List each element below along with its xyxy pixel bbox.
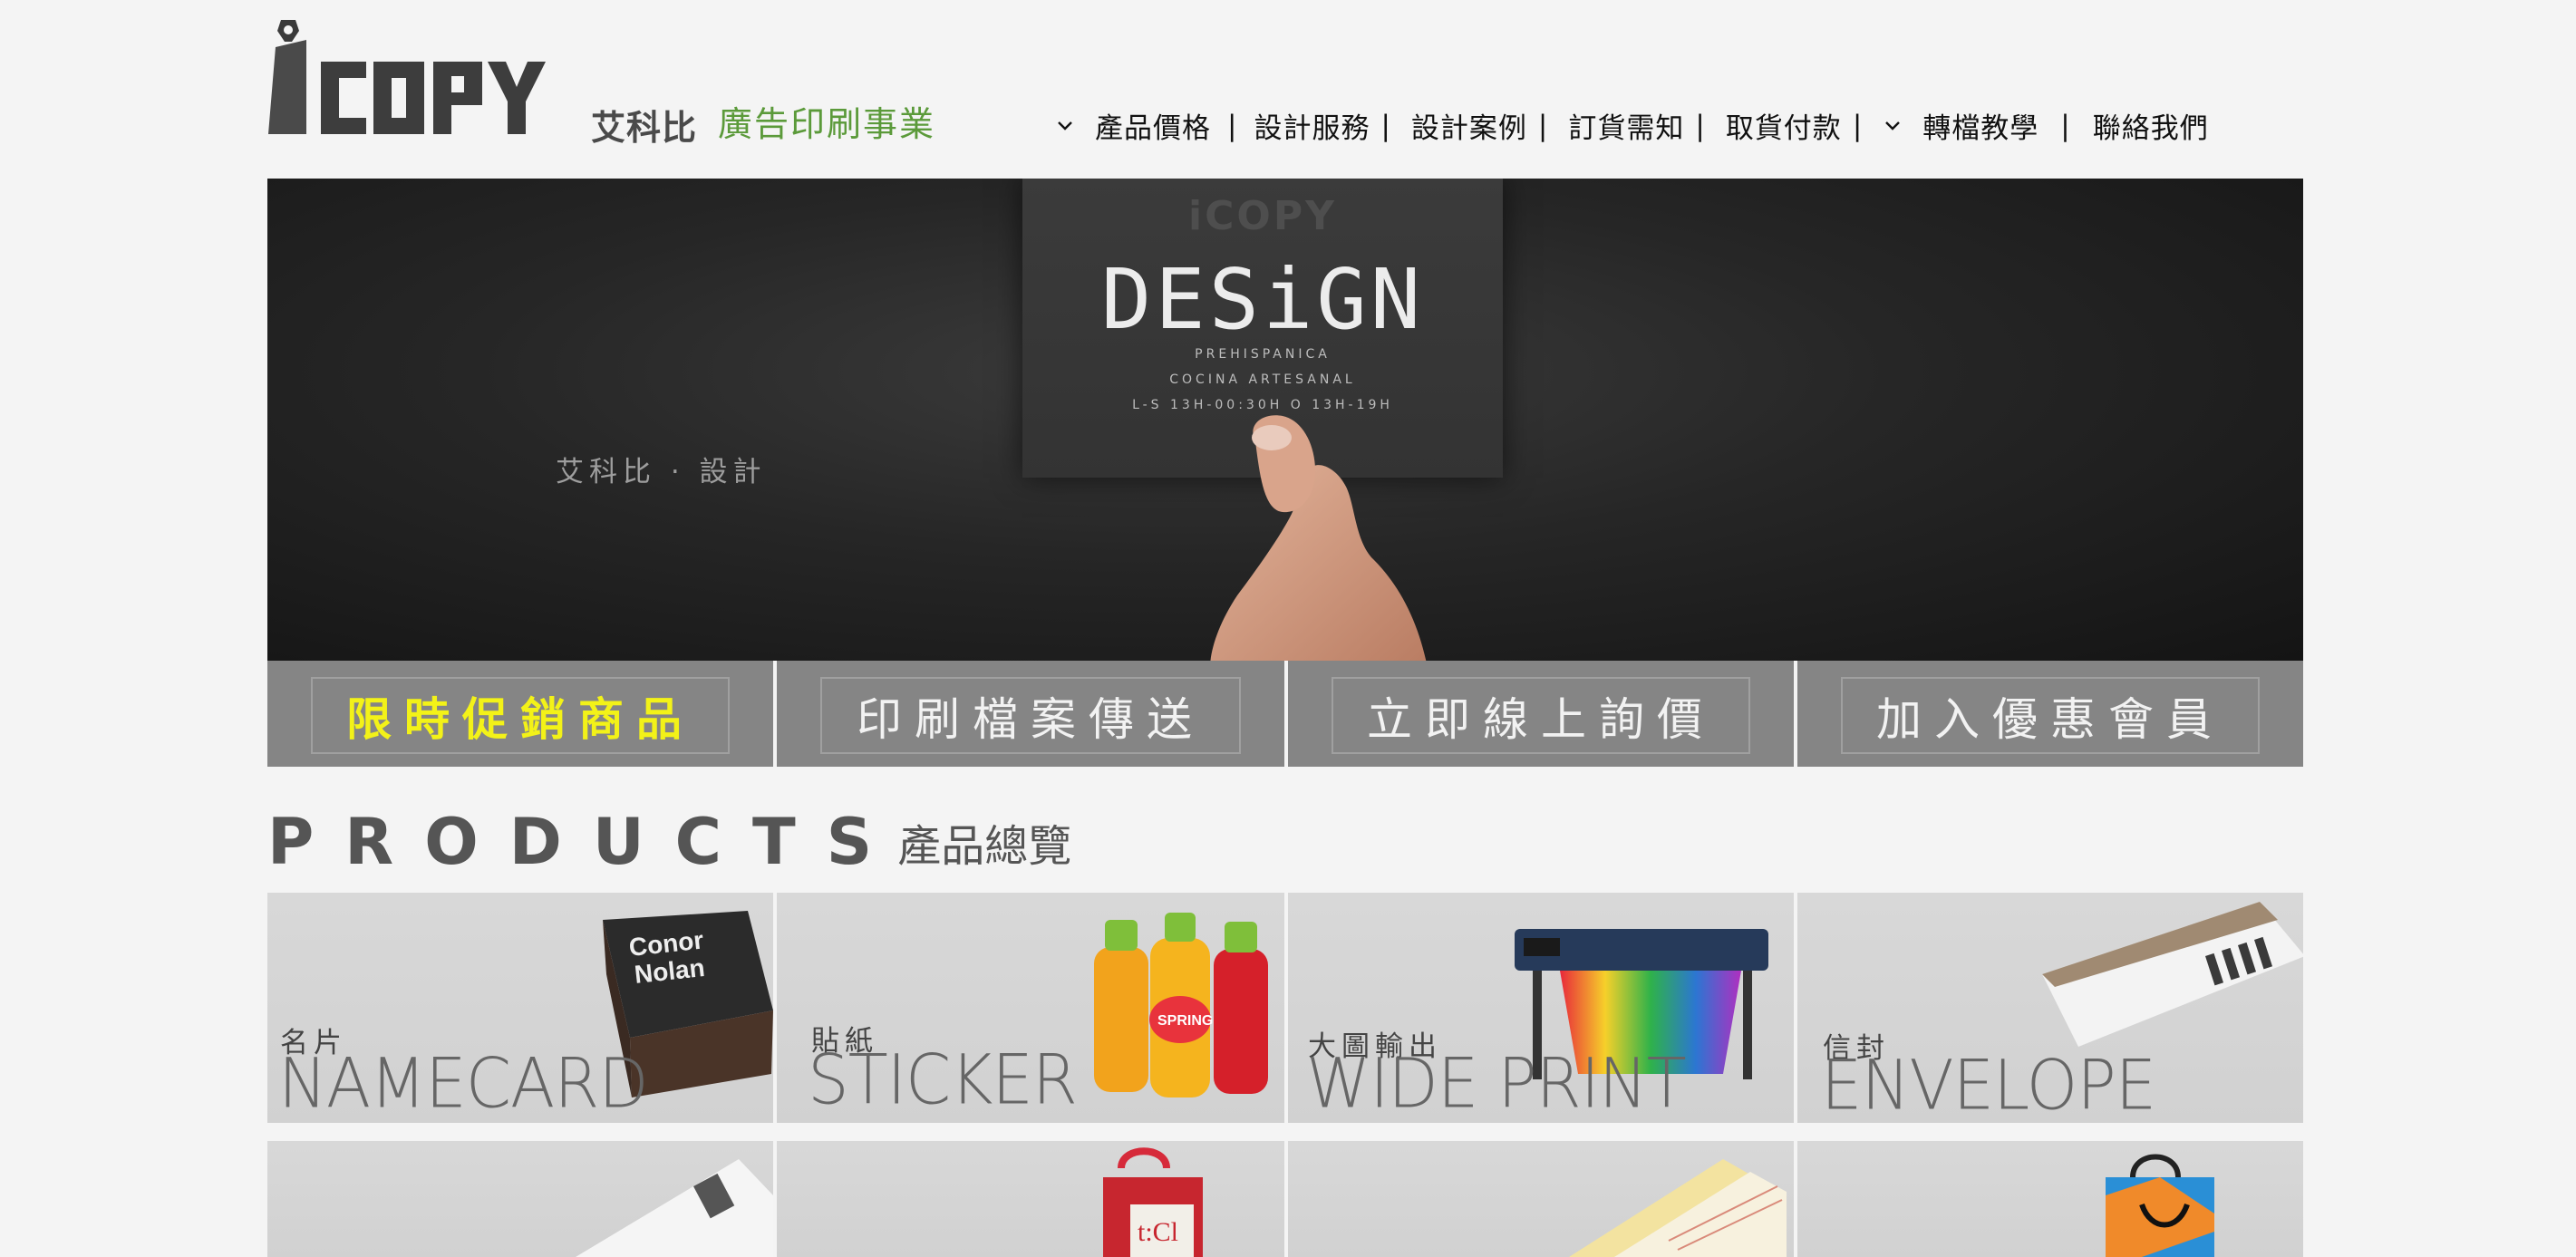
- nav-item-products-price[interactable]: 產品價格: [1055, 105, 1211, 146]
- nav-item-file-tutorial[interactable]: 轉檔教學: [1883, 105, 2039, 146]
- hero-caption: 艾科比 · 設計: [556, 456, 767, 488]
- nav-separator: |: [1227, 109, 1238, 142]
- tile-label-en: NAMECARD: [278, 1042, 649, 1123]
- promo-sale-button[interactable]: 限時促銷商品: [267, 661, 773, 767]
- promo-label: 立即線上詢價: [1332, 677, 1750, 754]
- nav-label: 設計服務: [1254, 112, 1370, 145]
- logo-icopy-mark: [268, 20, 546, 134]
- hero-card-title: DESiGN: [1100, 251, 1425, 348]
- hand-illustration: [1210, 415, 1427, 661]
- nav-label: 聯絡我們: [2092, 112, 2209, 145]
- nav-separator: |: [1537, 109, 1549, 142]
- nav-label: 產品價格: [1095, 112, 1211, 145]
- promo-label: 印刷檔案傳送: [820, 677, 1241, 754]
- hero-card-line: COCINA ARTESANAL: [1169, 372, 1356, 387]
- nav-separator: |: [1852, 109, 1864, 142]
- nav-item-pickup-payment[interactable]: 取貨付款: [1726, 105, 1842, 146]
- product-tile[interactable]: [1288, 1141, 1794, 1257]
- products-title-cn: 產品總覽: [897, 821, 1072, 872]
- nav-label: 訂貨需知: [1568, 112, 1685, 145]
- product-tile-wide-print[interactable]: 大圖輸出 WIDE PRINT: [1288, 893, 1794, 1123]
- tile-label-en: ENVELOPE: [1821, 1044, 2156, 1123]
- logo-subtitle: 廣告印刷事業: [718, 104, 936, 144]
- folded-card-image: [576, 1159, 773, 1257]
- site-logo[interactable]: 艾科比 廣告印刷事業: [268, 18, 957, 148]
- nav-separator: |: [1695, 109, 1706, 142]
- product-tile[interactable]: [267, 1141, 773, 1257]
- promo-label: 加入優惠會員: [1841, 677, 2260, 754]
- tile-label-en: WIDE PRINT: [1306, 1042, 1687, 1123]
- nav-separator: |: [2060, 109, 2071, 142]
- hero-card-brand: iCOPY: [1188, 193, 1337, 239]
- tile-label-en: STICKER: [808, 1039, 1078, 1120]
- svg-text:SPRING: SPRING: [1157, 1013, 1213, 1029]
- nav-label: 轉檔教學: [1922, 112, 2039, 145]
- svg-text:t:Cl: t:Cl: [1138, 1217, 1178, 1247]
- nav-separator: |: [1380, 109, 1391, 142]
- products-title-en: PRODUCTS: [267, 805, 904, 879]
- nav-item-order-notice[interactable]: 訂貨需知: [1568, 105, 1684, 146]
- promo-online-quote-button[interactable]: 立即線上詢價: [1288, 661, 1794, 767]
- logo-chinese-name: 艾科比: [591, 108, 698, 148]
- hero-banner[interactable]: iCOPY DESiGN PREHISPANICA COCINA ARTESAN…: [267, 179, 2303, 661]
- product-tile[interactable]: [1797, 1141, 2303, 1257]
- page: 艾科比 廣告印刷事業 產品價格 | 設計服務 | 設計案例 | 訂貨需知 | 取…: [0, 0, 2576, 1257]
- nav-item-contact[interactable]: 聯絡我們: [2093, 105, 2209, 146]
- chevron-down-icon: [1885, 121, 1901, 131]
- promo-join-member-button[interactable]: 加入優惠會員: [1797, 661, 2303, 767]
- products-heading: PRODUCTS 產品總覽: [267, 805, 1071, 879]
- juice-bottles-image: SPRING: [1094, 913, 1268, 1097]
- nav-item-design-service[interactable]: 設計服務: [1254, 105, 1370, 146]
- product-tile-sticker[interactable]: SPRING 貼紙 STICKER: [777, 893, 1284, 1123]
- hero-card-line: PREHISPANICA: [1195, 347, 1331, 362]
- chevron-down-icon: [1058, 121, 1072, 131]
- promo-file-upload-button[interactable]: 印刷檔案傳送: [777, 661, 1284, 767]
- product-tile-namecard[interactable]: Conor Nolan 名片 NAMECARD: [267, 893, 773, 1123]
- nav-label: 設計案例: [1410, 112, 1527, 145]
- product-tile-envelope[interactable]: 信封 ENVELOPE: [1797, 893, 2303, 1123]
- nav-label: 取貨付款: [1725, 112, 1842, 145]
- receipt-forms-image: [1569, 1159, 1787, 1257]
- main-nav: 產品價格 | 設計服務 | 設計案例 | 訂貨需知 | 取貨付款 | 轉檔教學 …: [1055, 105, 2209, 146]
- shopping-bag-image: [2106, 1154, 2214, 1257]
- promo-label: 限時促銷商品: [311, 677, 730, 754]
- product-tile[interactable]: t:Cl: [777, 1141, 1284, 1257]
- paper-bag-image: t:Cl: [1103, 1147, 1203, 1257]
- nav-item-design-cases[interactable]: 設計案例: [1411, 105, 1527, 146]
